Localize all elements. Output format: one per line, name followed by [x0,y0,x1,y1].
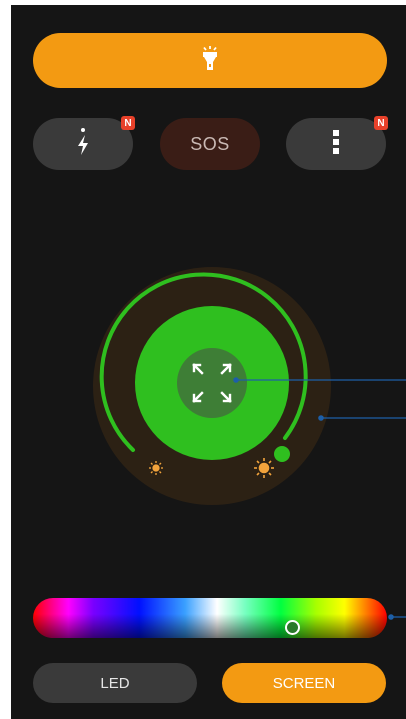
led-mode-label: LED [100,674,130,692]
color-slider[interactable] [33,598,387,638]
led-mode-button[interactable]: LED [33,663,197,703]
screen-mode-label: SCREEN [272,674,336,692]
screen-mode-button[interactable]: SCREEN [222,663,386,703]
color-slider-thumb[interactable] [285,620,300,635]
